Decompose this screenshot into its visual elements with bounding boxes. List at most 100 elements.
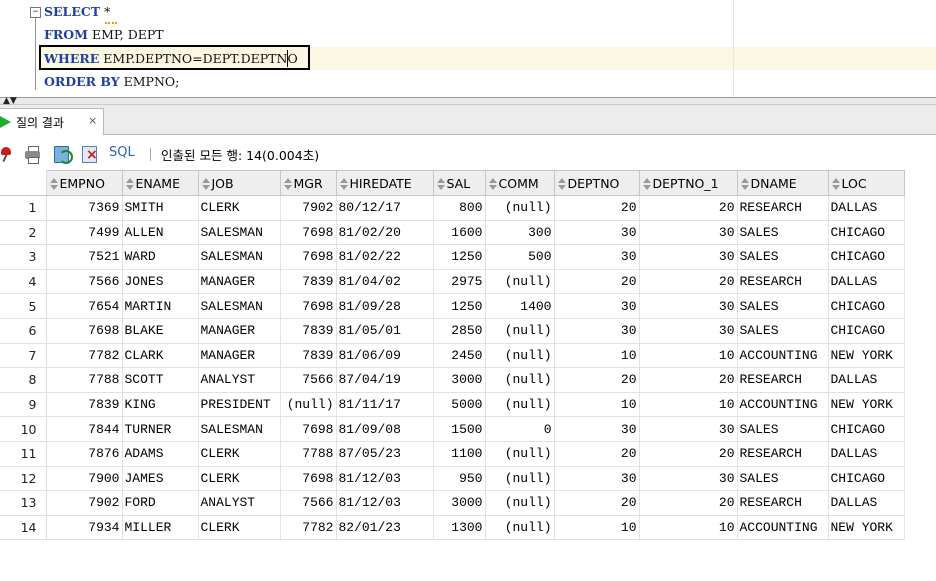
sort-icon[interactable] bbox=[201, 177, 210, 190]
cell-job[interactable]: CLERK bbox=[198, 466, 281, 492]
cell-sal[interactable]: 1500 bbox=[433, 416, 486, 442]
column-header-mgr[interactable]: MGR bbox=[279, 170, 337, 196]
pin-icon[interactable] bbox=[0, 145, 15, 163]
cell-hiredate[interactable]: 81/12/03 bbox=[336, 490, 434, 516]
cell-loc[interactable]: CHICAGO bbox=[828, 318, 905, 344]
cell-deptno-1[interactable]: 20 bbox=[639, 195, 738, 221]
row-number[interactable]: 9 bbox=[0, 392, 47, 418]
cell-dname[interactable]: ACCOUNTING bbox=[737, 515, 829, 541]
cell-deptno-1[interactable]: 10 bbox=[639, 392, 738, 418]
cell-comm[interactable]: 500 bbox=[485, 244, 555, 270]
fold-icon[interactable]: − bbox=[30, 7, 41, 18]
cell-ename[interactable]: SMITH bbox=[122, 195, 199, 221]
row-number[interactable]: 4 bbox=[0, 269, 47, 295]
sql-line-order-by[interactable]: ORDER BY EMPNO; bbox=[44, 72, 179, 92]
cell-job[interactable]: ANALYST bbox=[198, 367, 281, 393]
row-number[interactable]: 5 bbox=[0, 293, 47, 319]
cell-hiredate[interactable]: 81/02/22 bbox=[336, 244, 434, 270]
cell-loc[interactable]: NEW YORK bbox=[828, 515, 905, 541]
column-header-empno[interactable]: EMPNO bbox=[45, 170, 123, 196]
table-row[interactable]: 10 7844 TURNER SALESMAN 7698 81/09/08 1500 0 30 3… bbox=[0, 416, 905, 442]
cell-deptno-1[interactable]: 30 bbox=[639, 466, 738, 492]
cell-empno[interactable]: 7782 bbox=[46, 343, 123, 369]
cell-ename[interactable]: BLAKE bbox=[122, 318, 199, 344]
cell-deptno[interactable]: 20 bbox=[554, 490, 640, 516]
cell-mgr[interactable]: 7839 bbox=[280, 343, 337, 369]
cell-job[interactable]: CLERK bbox=[198, 515, 281, 541]
cell-empno[interactable]: 7566 bbox=[46, 269, 123, 295]
cell-sal[interactable]: 1100 bbox=[433, 441, 486, 467]
cell-sal[interactable]: 2450 bbox=[433, 343, 486, 369]
cell-comm[interactable]: (null) bbox=[485, 466, 555, 492]
cell-hiredate[interactable]: 81/06/09 bbox=[336, 343, 434, 369]
pane-splitter[interactable] bbox=[0, 97, 936, 105]
cell-empno[interactable]: 7654 bbox=[46, 293, 123, 319]
cell-loc[interactable]: NEW YORK bbox=[828, 343, 905, 369]
sort-icon[interactable] bbox=[557, 177, 566, 190]
cell-comm[interactable]: (null) bbox=[485, 269, 555, 295]
cell-deptno-1[interactable]: 20 bbox=[639, 269, 738, 295]
sort-icon[interactable] bbox=[436, 177, 445, 190]
cell-mgr[interactable]: 7566 bbox=[280, 367, 337, 393]
cell-comm[interactable]: (null) bbox=[485, 318, 555, 344]
table-row[interactable]: 7 7782 CLARK MANAGER 7839 81/06/09 2450 (null) 1… bbox=[0, 343, 905, 369]
cell-loc[interactable]: CHICAGO bbox=[828, 220, 905, 246]
cell-empno[interactable]: 7934 bbox=[46, 515, 123, 541]
cell-dname[interactable]: SALES bbox=[737, 466, 829, 492]
column-header-dname[interactable]: DNAME bbox=[736, 170, 829, 196]
cell-deptno[interactable]: 20 bbox=[554, 367, 640, 393]
cell-sal[interactable]: 1250 bbox=[433, 244, 486, 270]
cell-deptno[interactable]: 30 bbox=[554, 318, 640, 344]
cell-dname[interactable]: RESEARCH bbox=[737, 195, 829, 221]
column-header-loc[interactable]: LOC bbox=[827, 170, 905, 196]
cell-sal[interactable]: 3000 bbox=[433, 490, 486, 516]
cell-hiredate[interactable]: 87/04/19 bbox=[336, 367, 434, 393]
cell-deptno[interactable]: 30 bbox=[554, 244, 640, 270]
cell-comm[interactable]: (null) bbox=[485, 490, 555, 516]
print-icon[interactable] bbox=[24, 145, 41, 164]
cell-ename[interactable]: SCOTT bbox=[122, 367, 199, 393]
cell-deptno[interactable]: 30 bbox=[554, 416, 640, 442]
cell-hiredate[interactable]: 81/09/08 bbox=[336, 416, 434, 442]
column-header-sal[interactable]: SAL bbox=[432, 170, 486, 196]
column-header-comm[interactable]: COMM bbox=[484, 170, 555, 196]
cell-deptno-1[interactable]: 30 bbox=[639, 220, 738, 246]
cell-dname[interactable]: SALES bbox=[737, 244, 829, 270]
sort-icon[interactable] bbox=[339, 177, 348, 190]
results-grid[interactable]: EMPNO ENAME JOB MGR HIREDATE SAL COMM DEPTNO DEP… bbox=[0, 170, 905, 541]
cell-sal[interactable]: 950 bbox=[433, 466, 486, 492]
row-number[interactable]: 13 bbox=[0, 490, 47, 516]
sort-icon[interactable] bbox=[283, 177, 292, 190]
cell-empno[interactable]: 7521 bbox=[46, 244, 123, 270]
cell-comm[interactable]: (null) bbox=[485, 392, 555, 418]
row-number[interactable]: 12 bbox=[0, 466, 47, 492]
cell-hiredate[interactable]: 81/05/01 bbox=[336, 318, 434, 344]
cell-deptno[interactable]: 10 bbox=[554, 343, 640, 369]
collapse-arrows-icon[interactable]: ▲▼ bbox=[3, 97, 17, 106]
cell-dname[interactable]: SALES bbox=[737, 220, 829, 246]
sort-icon[interactable] bbox=[831, 177, 840, 190]
cell-job[interactable]: MANAGER bbox=[198, 343, 281, 369]
sql-editor[interactable]: − SELECT * FROM EMP, DEPT WHERE EMP.DEPT… bbox=[0, 0, 936, 97]
cell-comm[interactable]: (null) bbox=[485, 343, 555, 369]
cell-comm[interactable]: 0 bbox=[485, 416, 555, 442]
cell-dname[interactable]: RESEARCH bbox=[737, 490, 829, 516]
table-row[interactable]: 1 7369 SMITH CLERK 7902 80/12/17 800 (null) 20 20… bbox=[0, 195, 905, 221]
cell-ename[interactable]: KING bbox=[122, 392, 199, 418]
cell-mgr[interactable]: 7839 bbox=[280, 269, 337, 295]
cell-loc[interactable]: CHICAGO bbox=[828, 244, 905, 270]
cell-loc[interactable]: DALLAS bbox=[828, 195, 905, 221]
cell-dname[interactable]: RESEARCH bbox=[737, 269, 829, 295]
cell-deptno[interactable]: 20 bbox=[554, 269, 640, 295]
cell-empno[interactable]: 7900 bbox=[46, 466, 123, 492]
cell-sal[interactable]: 1250 bbox=[433, 293, 486, 319]
cell-mgr[interactable]: 7782 bbox=[280, 515, 337, 541]
cell-dname[interactable]: ACCOUNTING bbox=[737, 392, 829, 418]
cell-loc[interactable]: CHICAGO bbox=[828, 466, 905, 492]
table-row[interactable]: 12 7900 JAMES CLERK 7698 81/12/03 950 (null) 30 3… bbox=[0, 466, 905, 492]
cell-ename[interactable]: JONES bbox=[122, 269, 199, 295]
column-header-ename[interactable]: ENAME bbox=[121, 170, 199, 196]
cell-mgr[interactable]: 7698 bbox=[280, 293, 337, 319]
cell-mgr[interactable]: 7698 bbox=[280, 466, 337, 492]
row-number[interactable]: 10 bbox=[0, 416, 47, 442]
